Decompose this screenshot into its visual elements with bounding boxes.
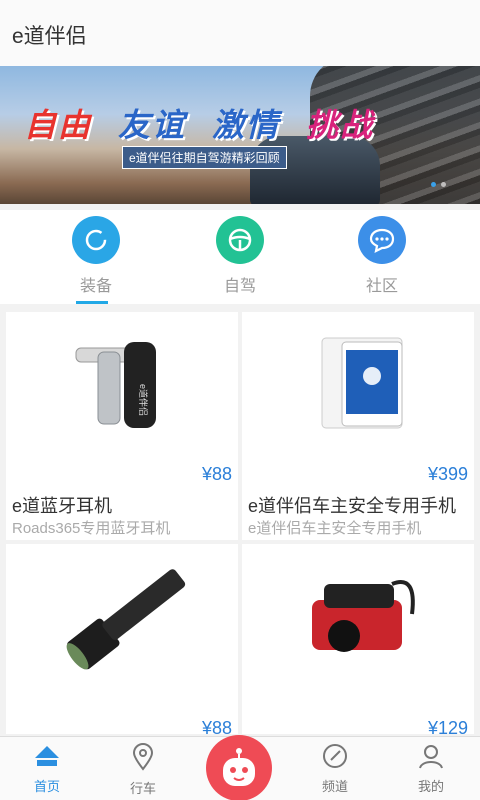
nav-driving[interactable]: 行车 [108,743,178,797]
app-screen: e道伴侣 自由 友谊 激情 挑战 e道伴侣往期自驾游精彩回顾 装备 自驾 社区 … [0,0,480,800]
tab-equipment[interactable]: 装备 [46,216,146,304]
nav-label: 首页 [33,779,60,794]
bluetooth-headset-icon: e道伴侣 [6,312,238,462]
slogan-word-2: 友谊 [118,106,187,144]
pager-dot [441,182,446,187]
tab-label: 自驾 [223,278,256,295]
product-card[interactable]: ¥399 e道伴侣车主安全专用手机 e道伴侣车主安全专用手机 [242,312,474,540]
chat-bubble-icon [358,216,406,264]
home-icon [35,746,59,766]
app-header: e道伴侣 [0,0,480,66]
tab-active-indicator [76,301,108,304]
tab-community[interactable]: 社区 [332,216,432,304]
location-pin-icon [132,743,154,771]
ring-icon [72,216,120,264]
slogan-word-1: 自由 [24,106,93,144]
product-price: ¥88 [201,464,232,484]
nav-channel[interactable]: 频道 [300,743,370,795]
product-price: ¥88 [201,718,232,734]
banner-subtitle: e道伴侣往期自驾游精彩回顾 [122,146,287,169]
nav-label: 我的 [417,779,444,794]
compass-icon [323,744,347,768]
svg-text:e道伴侣: e道伴侣 [138,384,149,416]
product-card[interactable]: ¥88 [6,544,238,734]
promo-banner[interactable]: 自由 友谊 激情 挑战 e道伴侣往期自驾游精彩回顾 [0,66,480,204]
robot-assistant-button[interactable] [206,735,272,800]
product-name: e道伴侣车主安全专用手机 [248,496,457,516]
pager-dot-active [431,182,436,187]
banner-pager [431,182,446,187]
product-card[interactable]: e道伴侣 ¥88 e道蓝牙耳机 Roads365专用蓝牙耳机 [6,312,238,540]
tab-self-drive[interactable]: 自驾 [190,216,290,304]
nav-home[interactable]: 首页 [12,743,82,795]
category-tabs: 装备 自驾 社区 [0,210,480,304]
product-name: e道蓝牙耳机 [12,496,113,516]
app-title: e道伴侣 [12,25,87,48]
flashlight-icon [6,544,238,694]
product-price: ¥129 [427,718,468,734]
user-icon [419,745,443,769]
tab-label: 社区 [365,278,398,295]
product-price: ¥399 [427,464,468,484]
product-card[interactable]: ¥129 [242,544,474,734]
smartphone-icon [242,312,474,462]
product-desc: Roads365专用蓝牙耳机 [12,520,171,537]
nav-mine[interactable]: 我的 [396,743,466,795]
steering-wheel-icon [216,216,264,264]
air-compressor-icon [242,544,474,694]
bottom-nav: 首页 行车 频道 我的 [0,735,480,800]
tab-label: 装备 [79,278,112,295]
slogan-word-4: 挑战 [306,106,375,144]
nav-label: 行车 [129,781,156,796]
banner-slogan: 自由 友谊 激情 挑战 [24,100,374,146]
robot-icon [223,748,255,786]
nav-label: 频道 [321,779,348,794]
slogan-word-3: 激情 [212,106,281,144]
product-desc: e道伴侣车主安全专用手机 [248,520,422,537]
